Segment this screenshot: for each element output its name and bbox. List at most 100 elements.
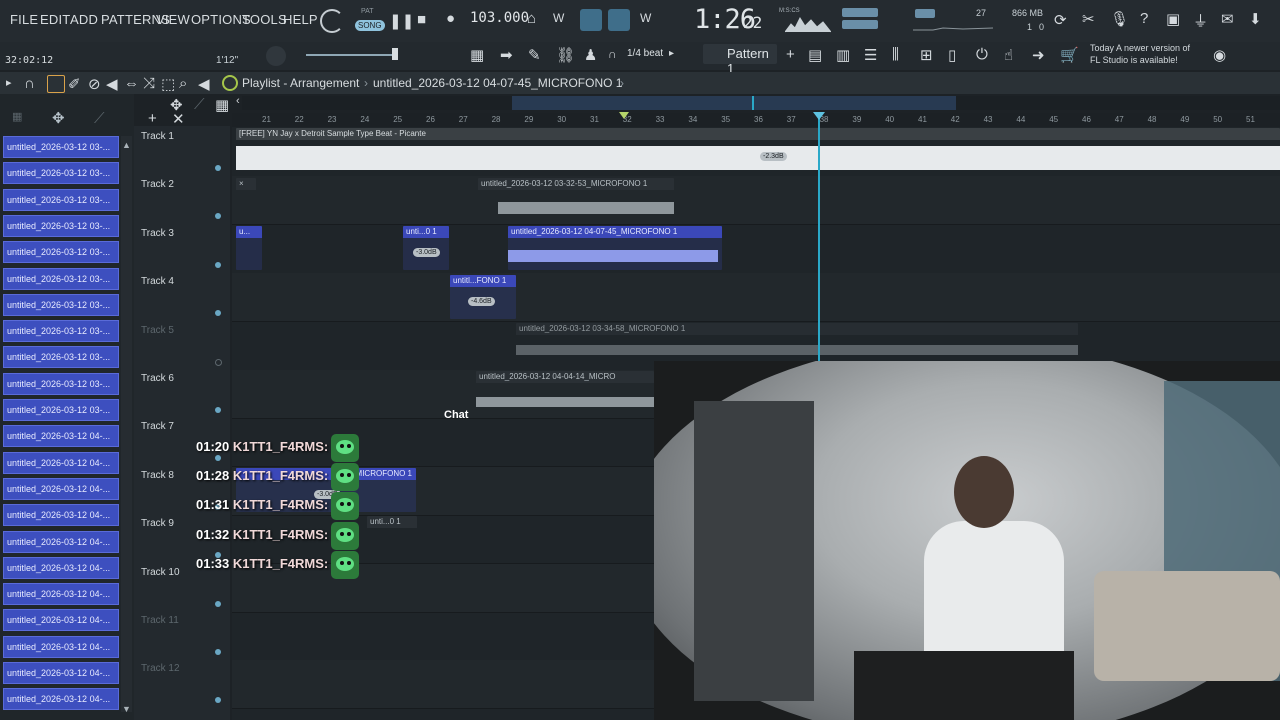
- loop-marker[interactable]: [619, 112, 629, 119]
- track-lane[interactable]: [232, 225, 1280, 274]
- list-icon[interactable]: ☰: [864, 46, 877, 64]
- scroll-down-icon[interactable]: ▼: [122, 704, 131, 714]
- browser-clip-item[interactable]: untitled_2026-03-12 04-...: [3, 425, 119, 448]
- browser-clip-item[interactable]: untitled_2026-03-12 04-...: [3, 477, 119, 500]
- paint-tool-icon[interactable]: ✐: [68, 75, 81, 93]
- zoom-tool-icon[interactable]: ⌕: [179, 75, 187, 92]
- track-label[interactable]: Track 10: [141, 567, 180, 578]
- menu-file[interactable]: FILE: [10, 12, 38, 27]
- master-volume-handle[interactable]: [392, 48, 398, 60]
- track-label[interactable]: Track 9: [141, 518, 174, 529]
- track-mute-led[interactable]: [215, 649, 221, 655]
- play-arrow-icon[interactable]: ➡: [500, 46, 513, 64]
- wave-zoom-icon[interactable]: ✥: [170, 96, 183, 114]
- download-icon[interactable]: ⬇: [1249, 10, 1262, 28]
- snap-setting[interactable]: 1/4 beat: [627, 48, 663, 59]
- reload-icon[interactable]: [320, 9, 344, 33]
- mute-tool-icon[interactable]: ◀: [106, 75, 118, 93]
- scroll-up-icon[interactable]: ▲: [122, 140, 131, 150]
- playback-tool-icon[interactable]: ◀: [198, 75, 210, 93]
- globe-icon[interactable]: ◉: [1213, 46, 1226, 64]
- chevron-right-icon[interactable]: ▸: [669, 48, 674, 59]
- clip-track2[interactable]: untitled_2026-03-12 03-32-53_MICROFONO 1: [478, 178, 674, 222]
- grid-view-icon[interactable]: ▦: [215, 96, 229, 114]
- browser-clip-item[interactable]: untitled_2026-03-12 03-...: [3, 214, 119, 237]
- clip-track4[interactable]: untitl...FONO 1 -4.6dB: [450, 275, 516, 319]
- metronome-icon[interactable]: ⌂: [527, 10, 536, 27]
- browser-clip-item[interactable]: untitled_2026-03-12 04-...: [3, 556, 119, 579]
- delete-tool-icon[interactable]: ⊘: [88, 75, 101, 93]
- browser-tool-icon[interactable]: ⟋: [94, 110, 105, 127]
- cut-icon[interactable]: ✂: [1082, 10, 1095, 28]
- track-label[interactable]: Track 6: [141, 373, 174, 384]
- track-label[interactable]: Track 2: [141, 179, 174, 190]
- slice-tool-icon[interactable]: ⤨: [143, 75, 155, 92]
- browser-clip-item[interactable]: untitled_2026-03-12 03-...: [3, 241, 119, 264]
- pattern-strip-1[interactable]: [842, 8, 878, 17]
- track-label[interactable]: Track 4: [141, 276, 174, 287]
- clip-track3-b[interactable]: unti...0 1 -3.0dB: [403, 226, 449, 270]
- master-volume-slider[interactable]: [306, 54, 398, 56]
- track-mute-led[interactable]: [215, 358, 222, 366]
- browser-clip-item[interactable]: untitled_2026-03-12 04-...: [3, 662, 119, 684]
- playlist-play-icon[interactable]: [222, 75, 238, 91]
- draw-tool-icon[interactable]: [47, 75, 65, 93]
- track-mute-led[interactable]: [215, 407, 221, 413]
- track-lane[interactable]: [232, 273, 1280, 323]
- overview-viewport[interactable]: [512, 96, 956, 110]
- browser-clip-item[interactable]: untitled_2026-03-12 04-...: [3, 530, 119, 553]
- browser-clip-item[interactable]: untitled_2026-03-12 04-...: [3, 451, 119, 474]
- menu-help[interactable]: HELP: [283, 12, 318, 27]
- menu-add[interactable]: ADD: [70, 12, 98, 27]
- piano-roll-icon[interactable]: ▦: [470, 46, 484, 64]
- track-label[interactable]: Track 3: [141, 228, 174, 239]
- pattern-strip-2[interactable]: [842, 20, 878, 29]
- link-icon[interactable]: ⛓: [556, 46, 575, 64]
- track-label[interactable]: Track 5: [141, 325, 174, 336]
- channel-rack-icon[interactable]: ▥: [836, 46, 850, 64]
- browser-clip-item[interactable]: untitled_2026-03-12 04-...: [3, 504, 119, 527]
- select-tool-icon[interactable]: ⬚: [161, 75, 175, 93]
- update-notice[interactable]: Today A newer version of FL Studio is av…: [1090, 42, 1190, 66]
- clip-track6[interactable]: untitled_2026-03-12 04-04-14_MICRO: [476, 371, 654, 415]
- browser-clip-item[interactable]: untitled_2026-03-12 03-...: [3, 162, 119, 185]
- record-icon[interactable]: ●: [446, 10, 455, 27]
- track-label[interactable]: Track 8: [141, 470, 174, 481]
- wait-icon[interactable]: W: [553, 11, 564, 25]
- tree-icon[interactable]: ⊞: [920, 46, 933, 64]
- loop-record-button[interactable]: [608, 9, 630, 31]
- clip-track1[interactable]: [FREE] YN Jay x Detroit Sample Type Beat…: [236, 128, 1280, 176]
- pat-mode-label[interactable]: PAT: [361, 8, 374, 15]
- plugin-icon[interactable]: ⏻: [976, 46, 988, 63]
- pause-icon[interactable]: ❚❚: [389, 12, 414, 30]
- pencil-icon[interactable]: ✎: [528, 46, 541, 64]
- add-pattern-icon[interactable]: +: [786, 46, 795, 63]
- playlist-arrow-icon[interactable]: ▸: [6, 76, 12, 89]
- clip-track3-a[interactable]: u...: [236, 226, 262, 270]
- cart-icon[interactable]: 🛒: [1060, 46, 1079, 64]
- browser-scrollbar[interactable]: [121, 136, 132, 712]
- file-icon[interactable]: ▯: [948, 46, 956, 64]
- track-label[interactable]: Track 1: [141, 131, 174, 142]
- slip-tool-icon[interactable]: ⇔: [124, 75, 139, 92]
- plug-icon[interactable]: ⏚: [1193, 10, 1208, 31]
- stamp-icon[interactable]: ♟: [584, 46, 597, 64]
- magnet-snap-icon[interactable]: ∩: [24, 75, 35, 92]
- clip-track9[interactable]: unti...0 1: [367, 516, 417, 560]
- help-icon[interactable]: ?: [1140, 10, 1148, 27]
- track-mute-led[interactable]: [215, 261, 221, 268]
- microphone-icon[interactable]: 🎙: [1110, 10, 1129, 28]
- master-pitch-knob[interactable]: [266, 46, 286, 66]
- selected-clip-name[interactable]: untitled_2026-03-12 04-07-45_MICROFONO 1: [373, 76, 622, 90]
- menu-edit[interactable]: EDIT: [40, 12, 70, 27]
- magnet-icon[interactable]: ∩: [608, 47, 617, 61]
- sliders-icon[interactable]: ⫼: [892, 46, 899, 63]
- browser-clip-item[interactable]: untitled_2026-03-12 04-...: [3, 688, 119, 711]
- menu-view[interactable]: VIEW: [156, 12, 190, 27]
- browser-clip-item[interactable]: untitled_2026-03-12 03-...: [3, 188, 119, 211]
- pattern-selector[interactable]: Pattern 1: [703, 44, 777, 76]
- stop-icon[interactable]: ■: [417, 11, 426, 28]
- browser-clip-item[interactable]: untitled_2026-03-12 03-...: [3, 320, 119, 343]
- browser-clip-item[interactable]: untitled_2026-03-12 03-...: [3, 293, 119, 316]
- browser-grid-icon[interactable]: ▦: [12, 110, 22, 123]
